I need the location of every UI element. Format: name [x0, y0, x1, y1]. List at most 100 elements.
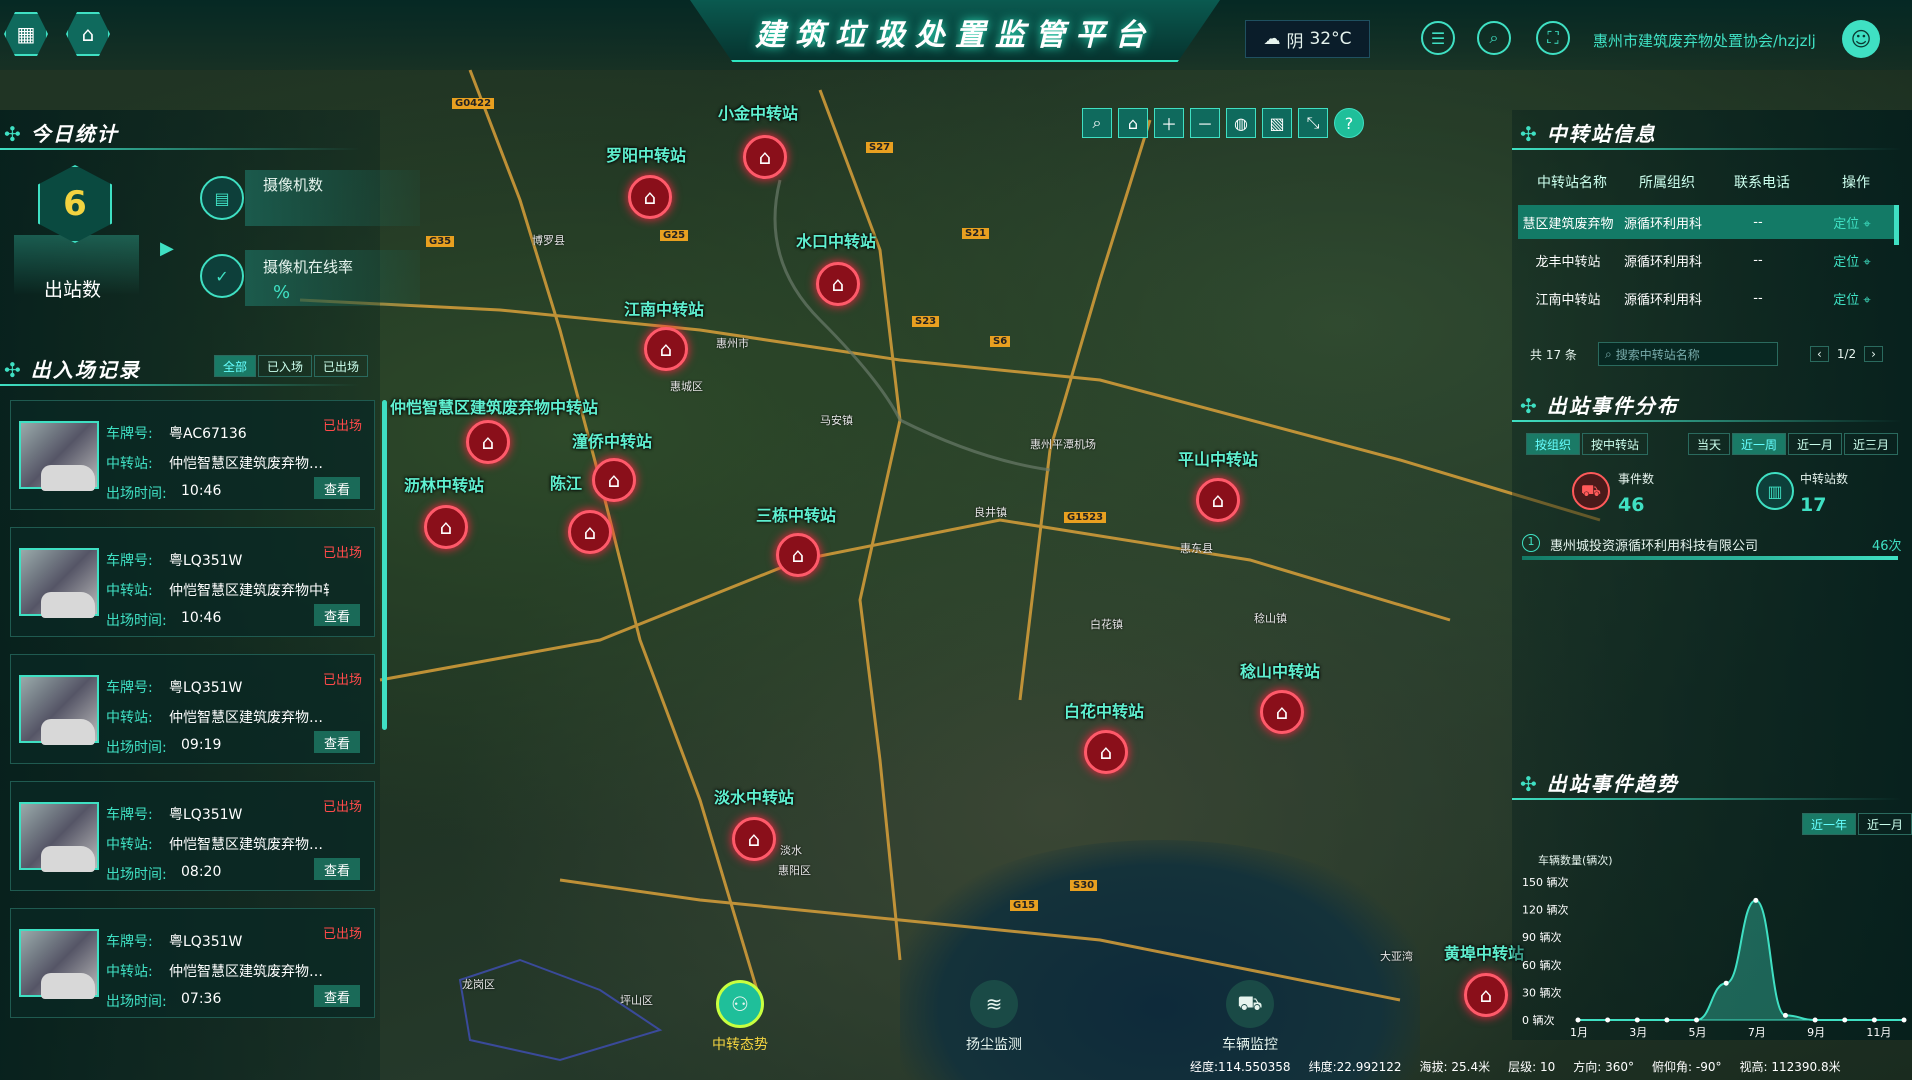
fullscreen-icon[interactable]: ⤡ [1298, 108, 1328, 138]
data-point[interactable] [1812, 1017, 1818, 1023]
table-row[interactable]: 江南中转站 源循环利用科 -- 定位 ⌖ [1518, 281, 1896, 315]
range-month[interactable]: 近一月 [1858, 813, 1912, 835]
records-scrollbar[interactable] [382, 400, 387, 730]
station-marker[interactable]: ⌂ [1464, 973, 1508, 1017]
status-badge: 已出场 [322, 927, 362, 942]
x-tick-label: 9月 [1807, 1026, 1825, 1039]
road-shield: S6 [990, 336, 1011, 347]
data-point[interactable] [1664, 1017, 1670, 1023]
view-button[interactable]: 查看 [314, 477, 360, 499]
vehicle-photo[interactable] [19, 675, 99, 745]
zoom-in-icon[interactable]: ＋ [1154, 108, 1184, 138]
range-month[interactable]: 近一月 [1788, 433, 1843, 455]
data-point[interactable] [1871, 1017, 1877, 1023]
message-icon[interactable]: ☰ [1421, 21, 1455, 55]
vehicle-photo[interactable] [19, 929, 99, 999]
road-shield: G15 [1010, 900, 1039, 911]
search-icon[interactable]: ⌕ [1477, 21, 1511, 55]
next-page-button[interactable]: › [1864, 346, 1883, 362]
station-marker[interactable]: ⌂ [568, 510, 612, 554]
station-marker[interactable]: ⌂ [776, 533, 820, 577]
filter-all[interactable]: 全部 [214, 355, 257, 377]
table-row[interactable]: 龙丰中转站 源循环利用科 -- 定位 ⌖ [1518, 243, 1896, 277]
station-marker[interactable]: ⌂ [1260, 690, 1304, 734]
user-name[interactable]: 惠州市建筑废弃物处置协会/hzjzlj [1593, 30, 1816, 51]
station-phone: -- [1753, 252, 1763, 268]
place-label: 惠州平潭机场 [1030, 438, 1096, 451]
heading: 方向: 360° [1573, 1060, 1634, 1074]
home-icon[interactable]: ⌂ [1118, 108, 1148, 138]
temperature: 32°C [1309, 29, 1352, 49]
data-point[interactable] [1694, 1017, 1700, 1023]
help-icon[interactable]: ? [1334, 108, 1364, 138]
data-point[interactable] [1605, 1017, 1611, 1023]
station-marker[interactable]: ⌂ [424, 505, 468, 549]
vehicle-photo[interactable] [19, 548, 99, 618]
building-icon: ▥ [1756, 472, 1794, 510]
range-today[interactable]: 当天 [1688, 433, 1731, 455]
station-marker[interactable]: ⌂ [1196, 478, 1240, 522]
globe-icon[interactable]: ◍ [1226, 108, 1256, 138]
search-icon[interactable]: ⌕ [1082, 108, 1112, 138]
status-badge: 已出场 [322, 546, 362, 561]
data-point[interactable] [1901, 1017, 1907, 1023]
station-marker[interactable]: ⌂ [466, 420, 510, 464]
fan-icon: ✣ [1520, 122, 1539, 146]
tab-by-station[interactable]: 按中转站 [1582, 433, 1649, 455]
locate-button[interactable]: 定位 ⌖ [1808, 213, 1896, 232]
station-marker[interactable]: ⌂ [592, 458, 636, 502]
station-marker[interactable]: ⌂ [644, 327, 688, 371]
data-point[interactable] [1842, 1017, 1848, 1023]
prev-page-button[interactable]: ‹ [1810, 346, 1829, 362]
filter-entered[interactable]: 已入场 [258, 355, 313, 377]
y-tick-label: 0 辆次 [1522, 1013, 1555, 1027]
station-label: 稔山中转站 [1240, 662, 1321, 681]
fullscreen-icon[interactable]: ⛶ [1536, 21, 1570, 55]
zoom-out-icon[interactable]: － [1190, 108, 1220, 138]
nav-dust-monitor[interactable]: ≋ 扬尘监测 [964, 980, 1024, 1054]
col-org: 所属组织 [1639, 175, 1695, 191]
data-point[interactable] [1753, 897, 1759, 903]
vehicle-photo[interactable] [19, 802, 99, 872]
camera-icon: ▤ [200, 176, 244, 220]
data-point[interactable] [1782, 1012, 1788, 1018]
layer-icon[interactable]: ▧ [1262, 108, 1292, 138]
table-row[interactable]: 慧区建筑废弃物 源循环利用科 -- 定位 ⌖ [1518, 205, 1896, 239]
view-button[interactable]: 查看 [314, 985, 360, 1007]
station-label: 白花中转站 [1064, 702, 1145, 721]
car-image [41, 465, 95, 491]
station-name: 龙丰中转站 [1535, 254, 1601, 270]
station-marker[interactable]: ⌂ [743, 135, 787, 179]
view-button[interactable]: 查看 [314, 604, 360, 626]
vehicle-photo[interactable] [19, 421, 99, 491]
data-point[interactable] [1723, 980, 1729, 986]
station-search-input[interactable]: ⌕ 搜索中转站名称 [1598, 342, 1778, 366]
data-point[interactable] [1634, 1017, 1640, 1023]
station-marker[interactable]: ⌂ [628, 175, 672, 219]
page-title: 建筑垃圾处置监管平台 [755, 18, 1155, 53]
time-label: 出场时间: [106, 740, 167, 756]
filter-exited[interactable]: 已出场 [314, 355, 369, 377]
station-marker[interactable]: ⌂ [816, 262, 860, 306]
station-marker[interactable]: ⌂ [732, 817, 776, 861]
station-phone: -- [1753, 214, 1763, 230]
locate-button[interactable]: 定位 ⌖ [1808, 251, 1896, 270]
time-label: 出场时间: [106, 867, 167, 883]
station-marker[interactable]: ⌂ [1084, 730, 1128, 774]
range-quarter[interactable]: 近三月 [1844, 433, 1899, 455]
plate-label: 车牌号: [106, 934, 153, 950]
tab-by-org[interactable]: 按组织 [1526, 433, 1581, 455]
table-scrollbar[interactable] [1894, 205, 1899, 245]
view-button[interactable]: 查看 [314, 731, 360, 753]
nav-vehicle-monitor[interactable]: ⛟ 车辆监控 [1220, 980, 1280, 1054]
range-year[interactable]: 近一年 [1802, 813, 1856, 835]
road-shield: G25 [660, 230, 689, 241]
range-week[interactable]: 近一周 [1732, 433, 1787, 455]
station-label: 平山中转站 [1178, 450, 1259, 469]
locate-button[interactable]: 定位 ⌖ [1808, 289, 1896, 308]
view-button[interactable]: 查看 [314, 858, 360, 880]
avatar[interactable]: ☺ [1842, 20, 1880, 58]
col-name: 中转站名称 [1537, 175, 1607, 191]
data-point[interactable] [1575, 1017, 1581, 1023]
nav-transfer-status[interactable]: ⚇ 中转态势 [710, 980, 770, 1054]
